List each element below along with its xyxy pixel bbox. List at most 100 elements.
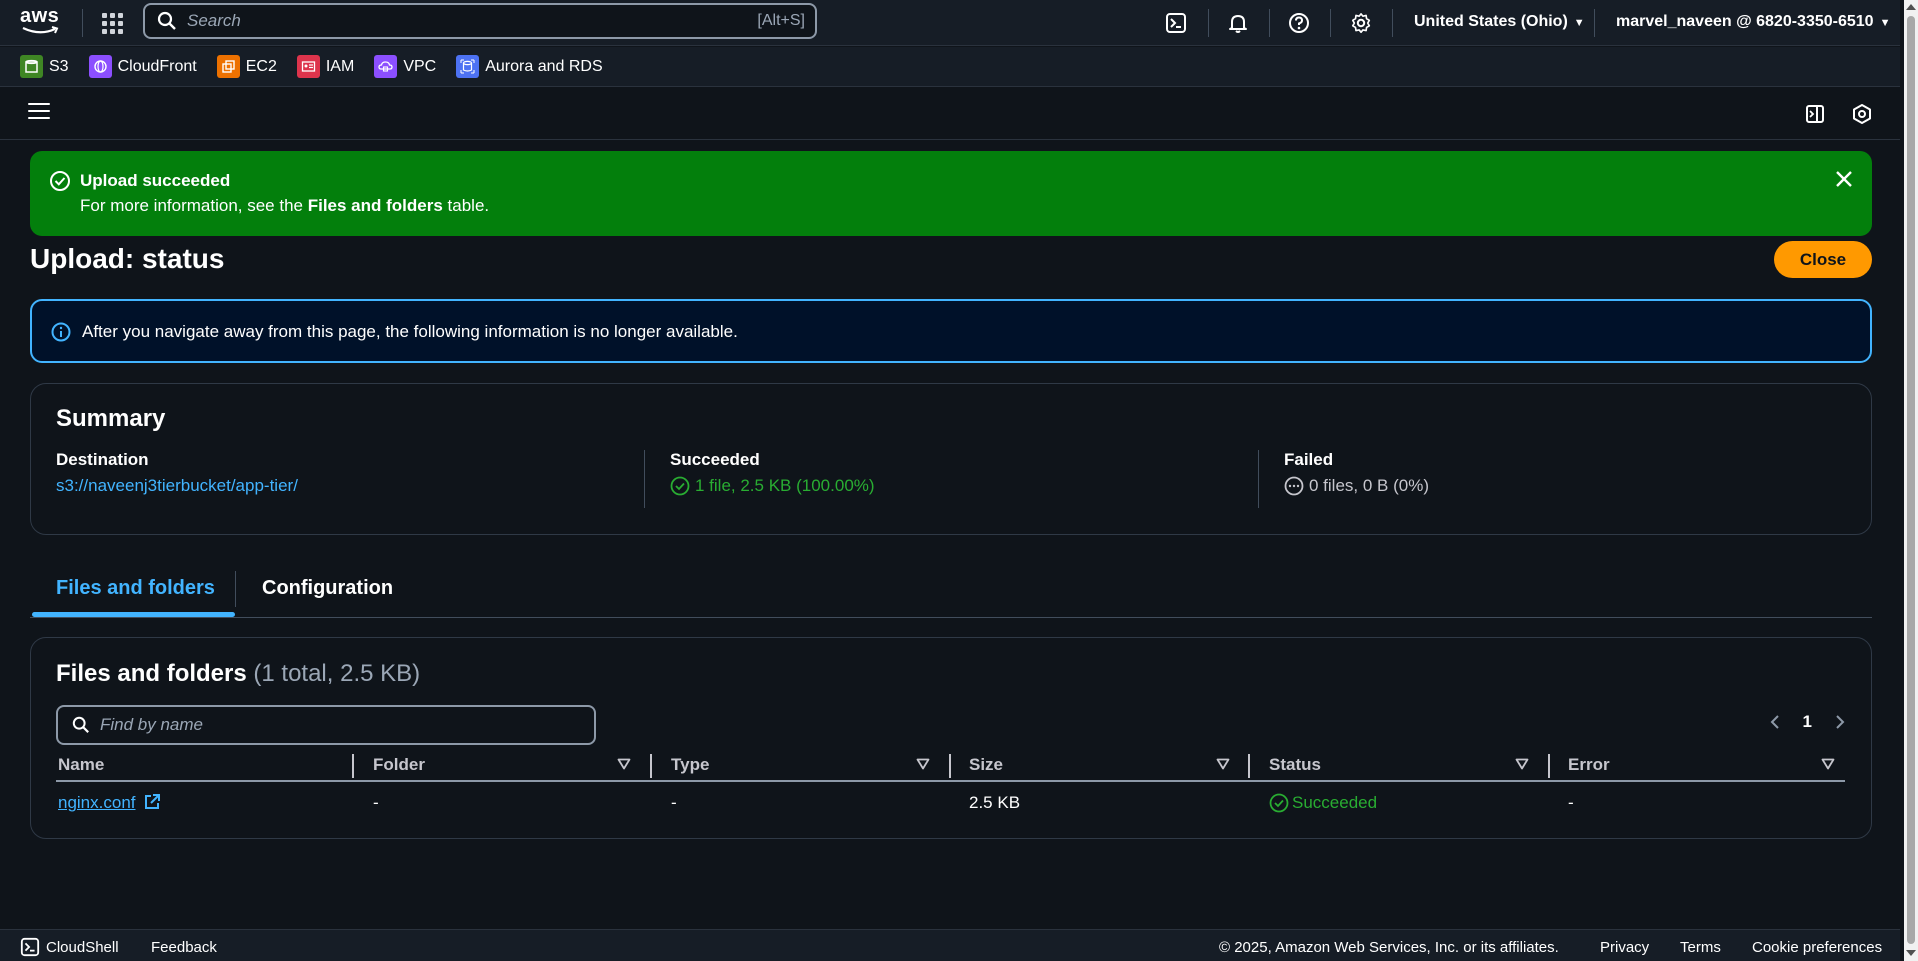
succeeded-label: Succeeded xyxy=(670,450,760,469)
sort-caret-icon[interactable] xyxy=(1216,758,1230,770)
settings-gear-icon[interactable] xyxy=(1347,9,1375,37)
service-label: IAM xyxy=(325,57,355,75)
cloudshell-icon[interactable] xyxy=(1162,9,1190,37)
region-selector[interactable]: United States (Ohio) ▼ xyxy=(1414,13,1585,31)
column-header-size[interactable]: Size xyxy=(969,755,1003,775)
destination-link[interactable]: s3://naveenj3tierbucket/app-tier/ xyxy=(56,476,298,496)
column-divider xyxy=(644,450,645,508)
info-text: After you navigate away from this page, … xyxy=(82,322,738,341)
nav-separator xyxy=(82,9,83,37)
column-resizer[interactable] xyxy=(650,754,652,778)
page-title: Upload: status xyxy=(30,243,225,274)
iam-icon xyxy=(296,55,320,78)
upload-success-flashbar: Upload succeeded For more information, s… xyxy=(30,151,1872,236)
column-resizer[interactable] xyxy=(1548,754,1550,778)
aws-logo-text: aws xyxy=(20,5,60,27)
column-header-status[interactable]: Status xyxy=(1269,755,1321,775)
service-vpc[interactable]: VPC xyxy=(374,55,436,78)
q-assistant-icon[interactable] xyxy=(1848,100,1876,128)
scroll-down-arrow-icon[interactable] xyxy=(1906,950,1916,956)
file-link[interactable]: nginx.conf xyxy=(58,793,136,812)
cell-folder: - xyxy=(373,793,379,812)
column-header-error[interactable]: Error xyxy=(1568,755,1610,775)
sort-caret-icon[interactable] xyxy=(617,758,631,770)
notifications-bell-icon[interactable] xyxy=(1224,9,1252,37)
service-iam[interactable]: IAM xyxy=(296,55,355,78)
column-resizer[interactable] xyxy=(352,754,354,778)
cell-status: Succeeded xyxy=(1269,793,1377,813)
terms-link[interactable]: Terms xyxy=(1680,939,1721,956)
summary-title: Summary xyxy=(56,405,166,432)
failed-label: Failed xyxy=(1284,450,1334,469)
sort-caret-icon[interactable] xyxy=(1515,758,1529,770)
page-number[interactable]: 1 xyxy=(1803,712,1812,732)
column-resizer[interactable] xyxy=(949,754,951,778)
cloudshell-footer-button[interactable]: CloudShell xyxy=(20,937,119,957)
column-header-type[interactable]: Type xyxy=(671,755,709,775)
find-input[interactable] xyxy=(100,715,580,735)
global-search[interactable]: [Alt+S] xyxy=(143,3,817,39)
flash-message-prefix: For more information, see the xyxy=(80,196,308,215)
ec2-icon xyxy=(216,55,240,78)
destination-column: Destination s3://naveenj3tierbucket/app-… xyxy=(56,450,298,496)
sort-caret-icon[interactable] xyxy=(916,758,930,770)
destination-label: Destination xyxy=(56,450,149,469)
search-icon xyxy=(72,716,89,733)
copyright-text: © 2025, Amazon Web Services, Inc. or its… xyxy=(1219,939,1559,956)
sort-caret-icon[interactable] xyxy=(1821,758,1835,770)
pending-ellipsis-icon xyxy=(1284,476,1304,496)
nav-separator xyxy=(1208,9,1209,37)
nav-separator xyxy=(1392,9,1393,37)
tab-configuration[interactable]: Configuration xyxy=(262,577,393,600)
scroll-up-arrow-icon[interactable] xyxy=(1906,4,1916,10)
service-aurora-rds[interactable]: Aurora and RDS xyxy=(456,55,603,78)
column-header-folder[interactable]: Folder xyxy=(373,755,425,775)
info-icon xyxy=(51,322,71,342)
service-cloudfront[interactable]: CloudFront xyxy=(88,55,197,78)
succeeded-column: Succeeded 1 file, 2.5 KB (100.00%) xyxy=(670,450,875,496)
privacy-link[interactable]: Privacy xyxy=(1600,939,1649,956)
tab-files-and-folders[interactable]: Files and folders xyxy=(56,577,215,600)
account-menu[interactable]: marvel_naveen @ 6820-3350-6510 ▼ xyxy=(1616,13,1890,31)
cloudshell-icon xyxy=(20,937,40,957)
summary-container: Summary Destination s3://naveenj3tierbuc… xyxy=(30,383,1872,535)
dismiss-close-icon[interactable] xyxy=(1834,169,1854,189)
caret-down-icon: ▼ xyxy=(1879,17,1891,29)
find-by-name-filter[interactable] xyxy=(56,705,596,745)
scrollbar-thumb[interactable] xyxy=(1907,16,1915,944)
success-check-icon xyxy=(670,476,690,496)
feedback-link[interactable]: Feedback xyxy=(151,939,217,956)
files-and-folders-table: Files and folders (1 total, 2.5 KB) 1 Na… xyxy=(30,637,1872,839)
pagination: 1 xyxy=(1769,712,1846,732)
chevron-left-icon[interactable] xyxy=(1769,713,1781,731)
cookie-preferences-link[interactable]: Cookie preferences xyxy=(1752,939,1882,956)
s3-icon xyxy=(20,55,43,78)
column-header-name[interactable]: Name xyxy=(58,755,104,775)
search-input[interactable] xyxy=(187,11,707,31)
search-icon xyxy=(157,11,176,30)
table-title-text: Files and folders xyxy=(56,660,247,687)
success-check-icon xyxy=(1269,793,1289,813)
page-scrollbar[interactable] xyxy=(1904,0,1918,961)
vpc-icon xyxy=(374,55,398,78)
help-icon[interactable] xyxy=(1285,9,1313,37)
service-s3[interactable]: S3 xyxy=(20,55,69,78)
close-button[interactable]: Close xyxy=(1774,241,1872,278)
external-link-icon[interactable] xyxy=(143,793,161,811)
cloudfront-icon xyxy=(88,55,112,78)
side-navigation-menu-icon[interactable] xyxy=(28,103,50,123)
chevron-right-icon[interactable] xyxy=(1834,713,1846,731)
top-navigation: aws [Alt+S] United States (Ohio) ▼ marvel… xyxy=(0,0,1900,46)
info-panel-icon[interactable] xyxy=(1801,100,1829,128)
failed-value: 0 files, 0 B (0%) xyxy=(1309,476,1429,495)
service-label: VPC xyxy=(403,57,437,75)
service-ec2[interactable]: EC2 xyxy=(216,55,277,78)
active-tab-indicator xyxy=(32,612,235,617)
column-resizer[interactable] xyxy=(1248,754,1250,778)
cloudshell-label: CloudShell xyxy=(46,938,119,956)
service-label: Aurora and RDS xyxy=(485,57,603,75)
services-menu-icon[interactable] xyxy=(100,11,124,35)
account-label: marvel_naveen @ 6820-3350-6510 xyxy=(1616,13,1874,30)
cell-name: nginx.conf xyxy=(58,793,161,813)
aws-logo[interactable]: aws xyxy=(20,6,64,40)
